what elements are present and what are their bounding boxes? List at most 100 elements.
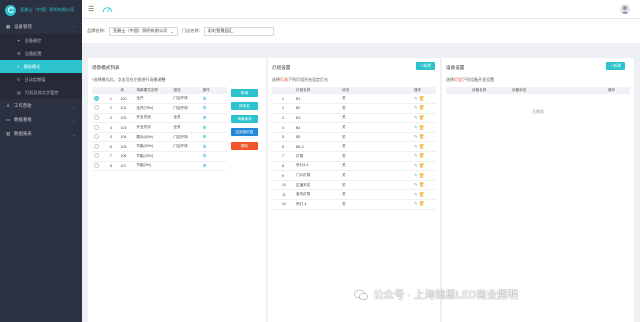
delete-icon[interactable]: 🗑 xyxy=(419,144,425,149)
row-state: 关 xyxy=(340,113,396,124)
row-radio[interactable] xyxy=(92,151,108,162)
row-add-icon[interactable]: ⊕ xyxy=(200,151,227,162)
row-radio[interactable] xyxy=(92,94,108,105)
row-radio[interactable] xyxy=(92,113,108,124)
sidebar-item[interactable]: ≡ 模拟模式 xyxy=(0,60,82,73)
row-add-icon[interactable]: ⊕ xyxy=(200,161,227,172)
scene-action-button[interactable]: 新增 xyxy=(231,89,258,97)
delete-icon[interactable]: 🗑 xyxy=(419,153,425,158)
table-row[interactable]: 4 B4 关 ✎ 🗑 xyxy=(272,122,436,133)
row-add-icon[interactable]: ⊕ xyxy=(200,141,227,153)
delete-icon[interactable]: 🗑 xyxy=(419,105,425,110)
table-row[interactable]: 8 吊灯4-4 关 ✎ 🗑 xyxy=(272,161,436,172)
delete-icon[interactable]: 🗑 xyxy=(419,192,425,197)
edit-icon[interactable]: ✎ xyxy=(414,144,418,149)
brand-name: 宣爵士（中国）照明有限公司 xyxy=(20,7,75,12)
row-radio[interactable] xyxy=(92,103,108,114)
sidebar-item[interactable]: ▤ 灯机及其文字管控 xyxy=(0,86,82,99)
edit-icon[interactable]: ✎ xyxy=(414,201,418,206)
edit-icon[interactable]: ✎ xyxy=(414,115,418,120)
row-radio[interactable] xyxy=(92,141,108,153)
row-state: 关 xyxy=(340,132,396,143)
table-row[interactable]: 10 过道天花 关 ✎ 🗑 xyxy=(272,180,436,191)
door-select[interactable]: 彩虹智慧园汇 xyxy=(203,26,274,36)
sliders-icon: ≡ xyxy=(17,64,20,69)
row-index: 7 xyxy=(272,151,294,162)
table-row[interactable]: 5 104 展示(60%) 门店开场 ⊕ xyxy=(92,132,227,143)
row-radio[interactable] xyxy=(92,122,108,133)
sidebar-item[interactable]: ▦ 设备管理 ⌃ xyxy=(0,20,82,34)
table-row[interactable]: 3 B3 关 ✎ 🗑 xyxy=(272,113,436,124)
edit-icon[interactable]: ✎ xyxy=(414,173,418,178)
dashboard-gauge-icon[interactable] xyxy=(102,5,113,13)
row-add-icon[interactable]: ⊕ xyxy=(200,122,227,133)
edit-icon[interactable]: ✎ xyxy=(414,125,418,130)
sidebar-item[interactable]: ✦ 设备模控 xyxy=(0,34,82,47)
menu-toggle-icon[interactable]: ☰ xyxy=(88,5,94,13)
edit-icon[interactable]: ✎ xyxy=(414,105,418,110)
table-row[interactable]: 12 吊灯-4 关 ✎ 🗑 xyxy=(272,199,436,210)
device-table: 设备名称 设备状态 操作 xyxy=(446,87,630,94)
edit-icon[interactable]: ✎ xyxy=(414,96,418,101)
col-header: 状态 xyxy=(340,87,396,94)
add-light-group-button[interactable]: + 新增 xyxy=(416,62,435,70)
table-row[interactable]: 6 B6-2 关 ✎ 🗑 xyxy=(272,141,436,153)
edit-icon[interactable]: ✎ xyxy=(414,134,418,139)
user-avatar[interactable] xyxy=(620,4,630,14)
delete-icon[interactable]: 🗑 xyxy=(419,182,425,187)
row-add-icon[interactable]: ⊕ xyxy=(200,103,227,114)
table-row[interactable]: 7 灯带 关 ✎ 🗑 xyxy=(272,151,436,162)
scene-action-button[interactable]: 修改名 xyxy=(231,102,258,110)
sidebar-item[interactable]: ⚒ 设备配置 xyxy=(0,47,82,60)
row-index: 2 xyxy=(107,103,119,114)
sidebar-item[interactable]: ▥ 数据报表 ⌄ xyxy=(0,127,82,141)
store-select[interactable]: 宣爵士（中国）照明有限公司 ⌄ xyxy=(108,26,178,36)
table-row[interactable]: 11 室内灯带 关 ✎ 🗑 xyxy=(272,189,436,201)
row-add-icon[interactable]: ⊕ xyxy=(200,94,227,105)
table-row[interactable]: 7 106 节能(30%) ⊕ xyxy=(92,151,227,162)
table-row[interactable]: 4 103 开全关闭 全关 ⊕ xyxy=(92,122,227,133)
chevron-down-icon: ⌄ xyxy=(170,28,174,34)
edit-icon[interactable]: ✎ xyxy=(414,153,418,158)
table-row[interactable]: 1 B1 关 ✎ 🗑 xyxy=(272,94,436,105)
row-name: B4 xyxy=(294,122,340,133)
table-row[interactable]: 2 B2 关 ✎ 🗑 xyxy=(272,103,436,114)
user-icon: ♙ xyxy=(6,103,10,108)
table-row[interactable]: 8 107 节能(0%) ⊕ xyxy=(92,161,227,172)
brand-row[interactable]: 宣爵士（中国）照明有限公司 xyxy=(0,0,82,20)
delete-icon[interactable]: 🗑 xyxy=(419,173,425,178)
delete-icon[interactable]: 🗑 xyxy=(419,96,425,101)
light-group-title: 灯组设置 xyxy=(272,65,291,70)
row-radio[interactable] xyxy=(92,132,108,143)
row-radio[interactable] xyxy=(92,161,108,172)
device-hint: 选择灯组下列设备开关设置 xyxy=(446,77,494,82)
edit-icon[interactable]: ✎ xyxy=(414,182,418,187)
delete-icon[interactable]: 🗑 xyxy=(419,163,425,168)
brand-logo-icon xyxy=(5,4,16,16)
delete-icon[interactable]: 🗑 xyxy=(419,115,425,120)
delete-icon[interactable]: 🗑 xyxy=(419,201,425,206)
sidebar-item[interactable]: ▭ 数据看板 ⌄ xyxy=(0,113,82,127)
scene-action-button[interactable]: 应用到灯组 xyxy=(231,128,258,136)
table-row[interactable]: 2 101 全开(75%) 门店开场 ⊕ xyxy=(92,103,227,114)
table-row[interactable]: 5 B5 关 ✎ 🗑 xyxy=(272,132,436,143)
edit-icon[interactable]: ✎ xyxy=(414,163,418,168)
edit-icon[interactable]: ✎ xyxy=(414,192,418,197)
add-device-button[interactable]: + 新增 xyxy=(606,62,625,70)
scene-action-button[interactable]: 场景保存 xyxy=(231,115,258,123)
delete-icon[interactable]: 🗑 xyxy=(419,125,425,130)
table-row[interactable]: 9 门口灯带 关 ✎ 🗑 xyxy=(272,170,436,181)
col-header: 序 xyxy=(118,87,135,94)
row-add-icon[interactable]: ⊕ xyxy=(200,132,227,143)
sidebar-item[interactable]: ♙ 工作营收 ⌄ xyxy=(0,99,82,113)
table-row[interactable]: 3 102 开全关闭 全关 ⊕ xyxy=(92,113,227,124)
table-row[interactable]: 6 105 节能(50%) 门店开场 ⊕ xyxy=(92,141,227,153)
scene-action-button[interactable]: 删除 xyxy=(231,142,258,150)
sidebar-item[interactable]: ↻ 日动定期值 xyxy=(0,73,82,86)
col-header xyxy=(446,87,470,94)
light-group-panel: 灯组设置 + 新增 选择灯具下列灯组开启设定灯光 灯组名称 状态 操作 1 B1… xyxy=(268,58,440,322)
table-row[interactable]: 1 100 全开 门店开场 ⊕ xyxy=(92,94,227,105)
row-desc: 门店开场 xyxy=(171,141,201,153)
delete-icon[interactable]: 🗑 xyxy=(419,134,425,139)
row-add-icon[interactable]: ⊕ xyxy=(200,113,227,124)
